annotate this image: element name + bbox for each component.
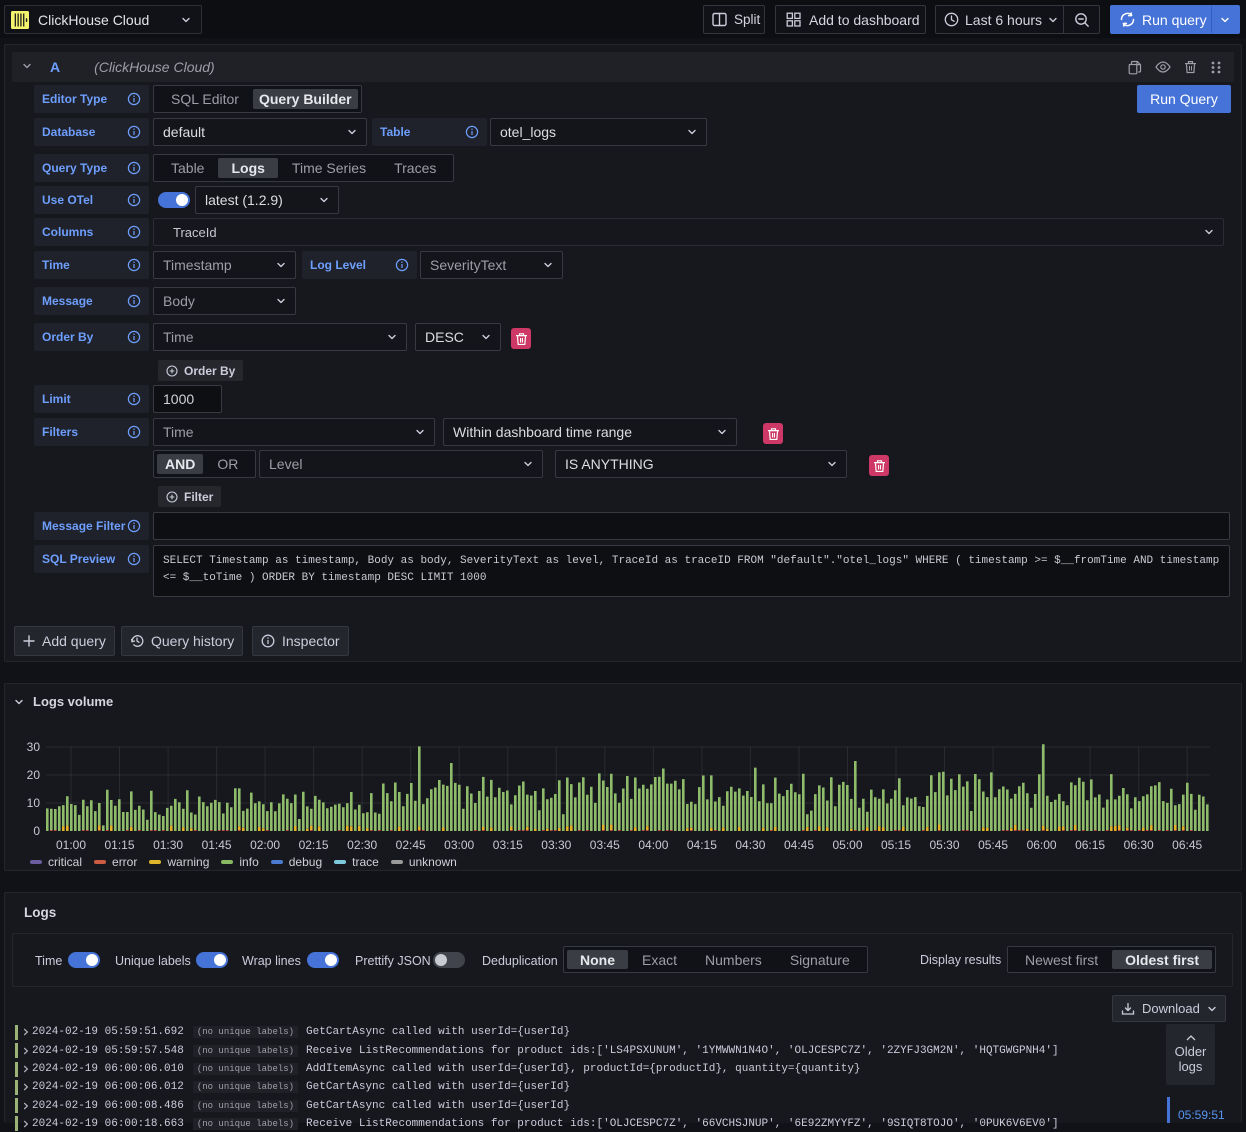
svg-text:01:30: 01:30	[153, 838, 183, 852]
svg-text:05:00: 05:00	[832, 838, 862, 852]
svg-text:02:15: 02:15	[299, 838, 329, 852]
svg-text:03:45: 03:45	[590, 838, 620, 852]
svg-text:03:30: 03:30	[541, 838, 571, 852]
svg-text:30: 30	[27, 740, 41, 754]
svg-text:06:45: 06:45	[1172, 838, 1202, 852]
svg-text:06:15: 06:15	[1075, 838, 1105, 852]
svg-text:02:00: 02:00	[250, 838, 280, 852]
svg-text:02:45: 02:45	[396, 838, 426, 852]
svg-text:06:30: 06:30	[1124, 838, 1154, 852]
svg-text:06:00: 06:00	[1027, 838, 1057, 852]
svg-text:01:00: 01:00	[56, 838, 86, 852]
svg-text:01:15: 01:15	[104, 838, 134, 852]
svg-text:10: 10	[27, 796, 41, 810]
svg-text:03:15: 03:15	[493, 838, 523, 852]
svg-text:05:15: 05:15	[881, 838, 911, 852]
svg-text:05:45: 05:45	[978, 838, 1008, 852]
svg-text:04:15: 04:15	[687, 838, 717, 852]
svg-text:05:30: 05:30	[929, 838, 959, 852]
svg-text:04:30: 04:30	[735, 838, 765, 852]
svg-text:20: 20	[27, 768, 41, 782]
svg-text:04:45: 04:45	[784, 838, 814, 852]
svg-text:0: 0	[33, 824, 40, 838]
svg-text:01:45: 01:45	[202, 838, 232, 852]
svg-text:02:30: 02:30	[347, 838, 377, 852]
svg-text:03:00: 03:00	[444, 838, 474, 852]
svg-text:04:00: 04:00	[638, 838, 668, 852]
